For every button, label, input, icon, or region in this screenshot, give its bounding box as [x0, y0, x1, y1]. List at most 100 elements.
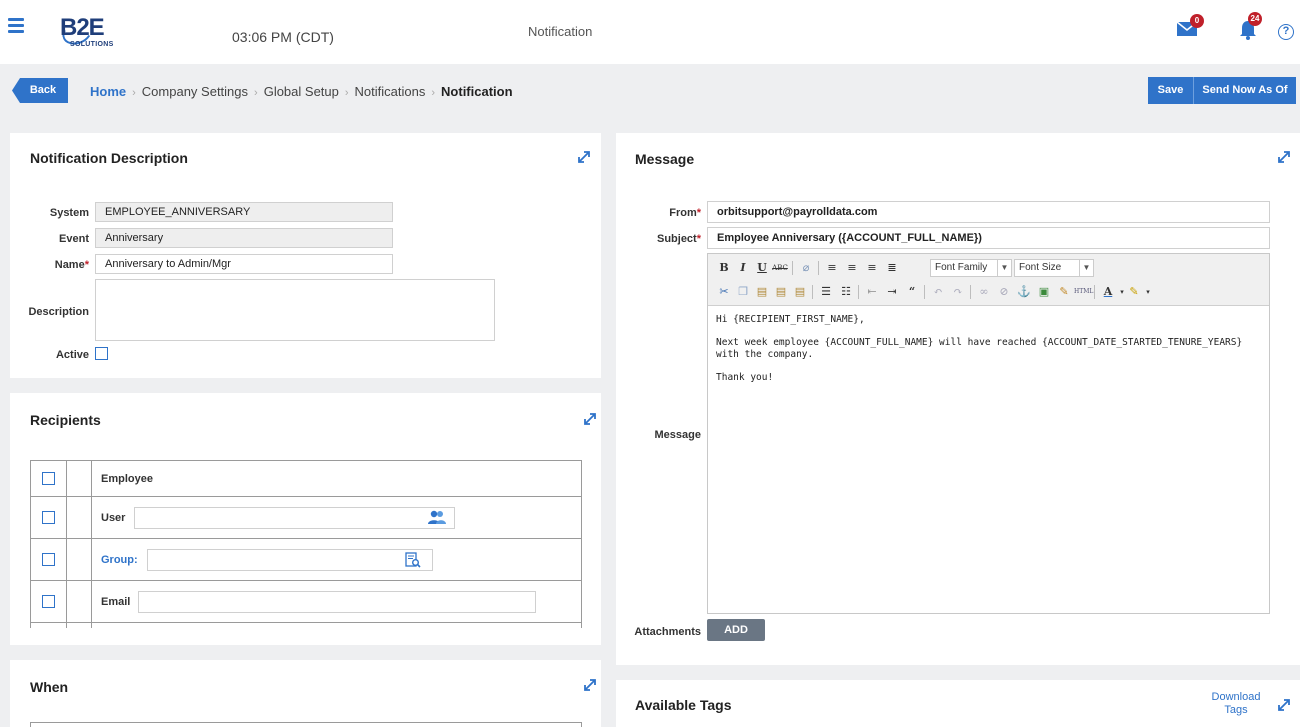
- align-right-icon[interactable]: ≡: [864, 260, 880, 276]
- paste-word-icon[interactable]: ▤: [792, 284, 808, 300]
- bullet-list-icon[interactable]: ☰: [818, 284, 834, 300]
- align-justify-icon[interactable]: ≣: [884, 260, 900, 276]
- employee-checkbox[interactable]: [42, 472, 55, 485]
- logo-sub-text: SOLUTIONS: [70, 41, 114, 48]
- required-mark: *: [84, 259, 89, 271]
- attachments-label: Attachments: [634, 626, 701, 638]
- expand-icon[interactable]: [1278, 151, 1290, 163]
- recipients-grid: Employee User Group: Email: [30, 460, 582, 628]
- user-label: User: [101, 512, 126, 524]
- send-now-button[interactable]: Send Now As Of: [1194, 77, 1296, 104]
- expand-icon[interactable]: [578, 151, 590, 163]
- mail-icon[interactable]: 0: [1176, 14, 1204, 38]
- grid-cell: [67, 461, 92, 496]
- description-field[interactable]: [95, 279, 495, 341]
- mail-badge: 0: [1190, 14, 1204, 28]
- cleanup-icon[interactable]: ✎: [1056, 284, 1072, 300]
- anchor-icon[interactable]: ⚓: [1016, 284, 1032, 300]
- indent-icon[interactable]: ⇥: [884, 284, 900, 300]
- logo-main-text: B2E: [60, 14, 105, 41]
- numbered-list-icon[interactable]: ☷: [838, 284, 854, 300]
- message-label: Message: [654, 429, 701, 441]
- align-left-icon[interactable]: ≡: [824, 260, 840, 276]
- strikethrough-icon[interactable]: ABC: [772, 260, 788, 276]
- help-icon[interactable]: ?: [1278, 24, 1294, 40]
- grid-cell: [67, 581, 92, 622]
- breadcrumb-company-settings[interactable]: Company Settings: [142, 84, 248, 99]
- message-line: Hi {RECIPIENT_FIRST_NAME},: [716, 314, 865, 325]
- group-checkbox[interactable]: [42, 553, 55, 566]
- breadcrumb-notifications[interactable]: Notifications: [355, 84, 426, 99]
- user-checkbox[interactable]: [42, 511, 55, 524]
- grid-cell: [31, 623, 67, 628]
- bell-icon[interactable]: 24: [1238, 12, 1262, 41]
- bold-icon[interactable]: B: [716, 260, 732, 276]
- system-label: System: [49, 207, 89, 219]
- outdent-icon[interactable]: ⇤: [864, 284, 880, 300]
- user-field[interactable]: [134, 507, 455, 529]
- unlink-icon[interactable]: ⊘: [996, 284, 1012, 300]
- email-checkbox[interactable]: [42, 595, 55, 608]
- recipient-row-group: Group:: [31, 539, 581, 581]
- event-field: Anniversary: [95, 228, 393, 248]
- description-label: Description: [28, 306, 89, 318]
- editor-content[interactable]: Hi {RECIPIENT_FIRST_NAME}, Next week emp…: [716, 314, 1261, 395]
- expand-icon[interactable]: [1278, 699, 1290, 711]
- add-attachment-button[interactable]: ADD: [707, 619, 765, 641]
- image-icon[interactable]: ▣: [1036, 284, 1052, 300]
- panel-title: Message: [635, 151, 695, 167]
- paste-icon[interactable]: ▤: [754, 284, 770, 300]
- font-family-caret-icon[interactable]: ▼: [998, 259, 1012, 277]
- toolbar-separator: [818, 261, 819, 275]
- recipient-row-email: Email: [31, 581, 581, 623]
- html-source-icon[interactable]: HTML: [1074, 284, 1093, 300]
- name-field[interactable]: Anniversary to Admin/Mgr: [95, 254, 393, 274]
- active-checkbox[interactable]: [95, 347, 108, 360]
- bell-badge: 24: [1248, 12, 1262, 26]
- toolbar-separator: [1094, 285, 1095, 299]
- expand-icon[interactable]: [584, 679, 596, 691]
- toolbar-separator: [792, 261, 793, 275]
- link-icon[interactable]: ∞: [976, 284, 992, 300]
- font-size-caret-icon[interactable]: ▼: [1080, 259, 1094, 277]
- font-size-select[interactable]: Font Size: [1014, 259, 1080, 277]
- back-button[interactable]: Back: [12, 78, 68, 103]
- company-logo[interactable]: B2E SOLUTIONS: [59, 14, 140, 58]
- group-field[interactable]: [147, 549, 433, 571]
- expand-icon[interactable]: [584, 413, 596, 425]
- message-editor[interactable]: B I U ABC ⌀ ≡ ≡ ≡ ≣ Font Family ▼ Font S…: [707, 253, 1270, 614]
- email-field[interactable]: [138, 591, 536, 613]
- font-family-select[interactable]: Font Family: [930, 259, 998, 277]
- grid-cell: [67, 497, 92, 538]
- paste-text-icon[interactable]: ▤: [773, 284, 789, 300]
- save-button[interactable]: Save: [1148, 77, 1194, 104]
- cut-icon[interactable]: ✂: [716, 284, 732, 300]
- from-field[interactable]: orbitsupport@payrolldata.com: [707, 201, 1270, 223]
- blockquote-icon[interactable]: “: [904, 284, 920, 300]
- subject-label-text: Subject: [656, 233, 697, 245]
- eraser-icon[interactable]: ⌀: [798, 260, 814, 276]
- highlight-color-caret-icon[interactable]: ▾: [1140, 284, 1156, 300]
- italic-icon[interactable]: I: [735, 260, 751, 276]
- subject-field[interactable]: Employee Anniversary ({ACCOUNT_FULL_NAME…: [707, 227, 1270, 249]
- download-tags-link[interactable]: Download Tags: [1208, 691, 1264, 717]
- align-center-icon[interactable]: ≡: [844, 260, 860, 276]
- hamburger-menu-icon[interactable]: [8, 18, 24, 34]
- panel-title: Available Tags: [635, 697, 732, 713]
- underline-icon[interactable]: U: [754, 260, 770, 276]
- email-label: Email: [101, 596, 131, 608]
- breadcrumb: Home › Company Settings › Global Setup › Notif…: [90, 84, 513, 99]
- breadcrumb-global-setup[interactable]: Global Setup: [264, 84, 339, 99]
- user-picker-icon[interactable]: [427, 509, 447, 525]
- redo-icon[interactable]: ↷: [950, 284, 966, 300]
- recipient-row-employee: Employee: [31, 461, 581, 497]
- undo-icon[interactable]: ↶: [930, 284, 946, 300]
- copy-icon[interactable]: ❐: [735, 284, 751, 300]
- panel-title: Notification Description: [30, 150, 188, 166]
- grid-cell: [67, 623, 92, 628]
- subject-label: Subject*: [616, 233, 701, 245]
- from-label: From*: [616, 207, 701, 219]
- group-link[interactable]: Group:: [101, 554, 138, 566]
- breadcrumb-home[interactable]: Home: [90, 84, 126, 99]
- group-search-icon[interactable]: [405, 552, 421, 568]
